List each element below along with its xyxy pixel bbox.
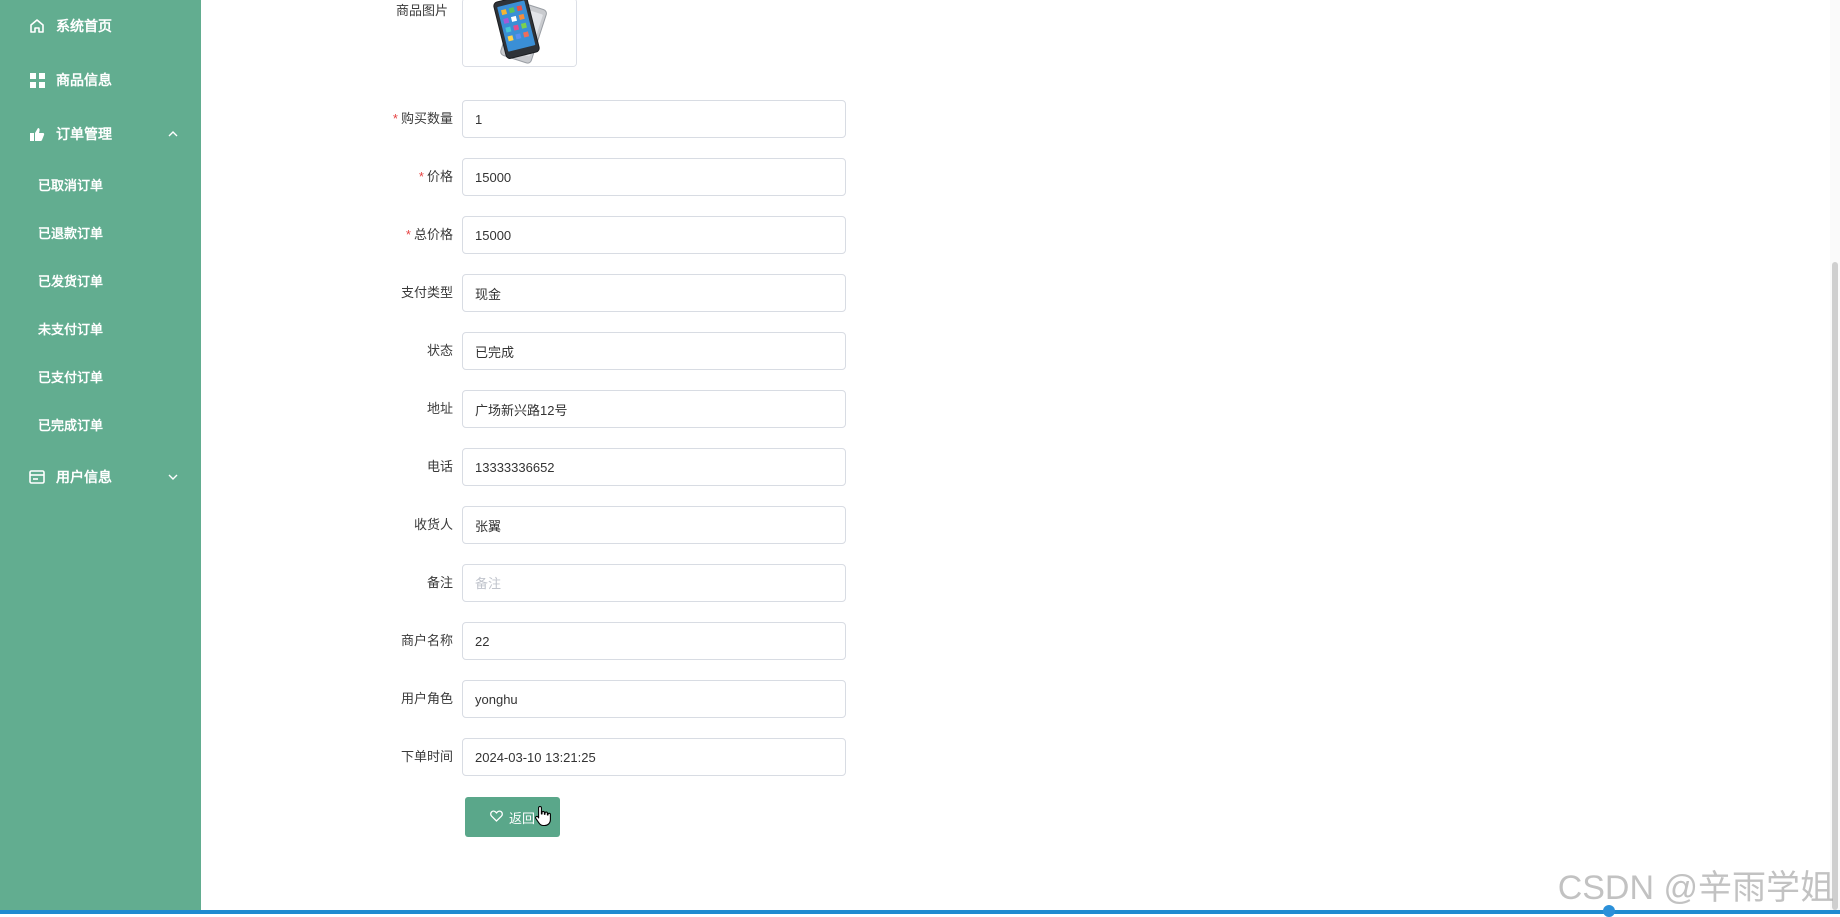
quantity-field[interactable] — [462, 100, 846, 138]
form-row-address: 地址 — [201, 390, 901, 428]
sidebar-item-home[interactable]: 系统首页 — [0, 6, 201, 46]
sidebar-subitem-completed[interactable]: 已完成订单 — [0, 406, 201, 442]
grid-icon — [28, 71, 46, 89]
chevron-up-icon — [165, 126, 181, 142]
form-row-user-role: 用户角色 — [201, 680, 901, 718]
receiver-label: 收货人 — [413, 517, 453, 532]
product-image[interactable] — [462, 0, 577, 67]
form-row-merchant: 商户名称 — [201, 622, 901, 660]
sidebar-item-label: 用户信息 — [56, 469, 112, 485]
sidebar-subitem-cancelled[interactable]: 已取消订单 — [0, 166, 201, 202]
sidebar-item-products[interactable]: 商品信息 — [0, 60, 201, 100]
phone-label: 电话 — [426, 459, 453, 474]
vertical-scrollbar[interactable] — [1830, 0, 1840, 914]
sidebar-subitem-shipped[interactable]: 已发货订单 — [0, 262, 201, 298]
hand-cursor-icon — [535, 805, 551, 827]
scrollbar-thumb[interactable] — [1832, 262, 1838, 910]
status-field[interactable] — [462, 332, 846, 370]
sidebar-subitem-unpaid[interactable]: 未支付订单 — [0, 310, 201, 346]
order-icon — [28, 125, 46, 143]
address-field[interactable] — [462, 390, 846, 428]
sidebar: 系统首页 商品信息 订单管理 已取消订单 已退款订单 已发货订单 未支付订单 已… — [0, 0, 201, 914]
payment-type-field[interactable] — [462, 274, 846, 312]
form-row-remark: 备注 — [201, 564, 901, 602]
total-price-label: * 总价格 — [405, 227, 453, 242]
home-icon — [28, 17, 46, 35]
sidebar-item-users[interactable]: 用户信息 — [0, 457, 201, 497]
form-row-quantity: * 购买数量 — [201, 100, 901, 138]
form-row-order-time: 下单时间 — [201, 738, 901, 776]
form-row-price: * 价格 — [201, 158, 901, 196]
sidebar-item-label: 商品信息 — [56, 72, 112, 88]
form-row-phone: 电话 — [201, 448, 901, 486]
user-role-field[interactable] — [462, 680, 846, 718]
merchant-field[interactable] — [462, 622, 846, 660]
phone-image-icon — [463, 0, 576, 66]
back-button-label: 返回 — [508, 810, 535, 826]
watermark: CSDN @辛雨学姐 — [1557, 869, 1834, 907]
heart-icon — [490, 809, 503, 825]
form-row-payment-type: 支付类型 — [201, 274, 901, 312]
sidebar-item-label: 订单管理 — [56, 126, 112, 142]
sidebar-subitem-refunded[interactable]: 已退款订单 — [0, 214, 201, 250]
phone-field[interactable] — [462, 448, 846, 486]
status-label: 状态 — [426, 343, 453, 358]
merchant-label: 商户名称 — [400, 633, 453, 648]
chevron-down-icon — [165, 469, 181, 485]
price-field[interactable] — [462, 158, 846, 196]
user-role-label: 用户角色 — [400, 691, 453, 706]
quantity-label: * 购买数量 — [392, 111, 453, 126]
order-time-field[interactable] — [462, 738, 846, 776]
remark-label: 备注 — [426, 575, 453, 590]
total-price-field[interactable] — [462, 216, 846, 254]
payment-type-label: 支付类型 — [400, 285, 453, 300]
form-row-total-price: * 总价格 — [201, 216, 901, 254]
user-card-icon — [28, 468, 46, 486]
order-time-label: 下单时间 — [400, 749, 453, 764]
form-row-status: 状态 — [201, 332, 901, 370]
product-image-label: 商品图片 — [396, 3, 449, 18]
receiver-field[interactable] — [462, 506, 846, 544]
form-row-receiver: 收货人 — [201, 506, 901, 544]
sidebar-subitem-paid[interactable]: 已支付订单 — [0, 358, 201, 394]
sidebar-item-label: 系统首页 — [56, 18, 112, 34]
remark-field[interactable] — [462, 564, 846, 602]
sidebar-item-orders[interactable]: 订单管理 — [0, 114, 201, 154]
address-label: 地址 — [426, 401, 453, 416]
bottom-progress-bar — [0, 910, 1840, 914]
price-label: * 价格 — [418, 169, 453, 184]
